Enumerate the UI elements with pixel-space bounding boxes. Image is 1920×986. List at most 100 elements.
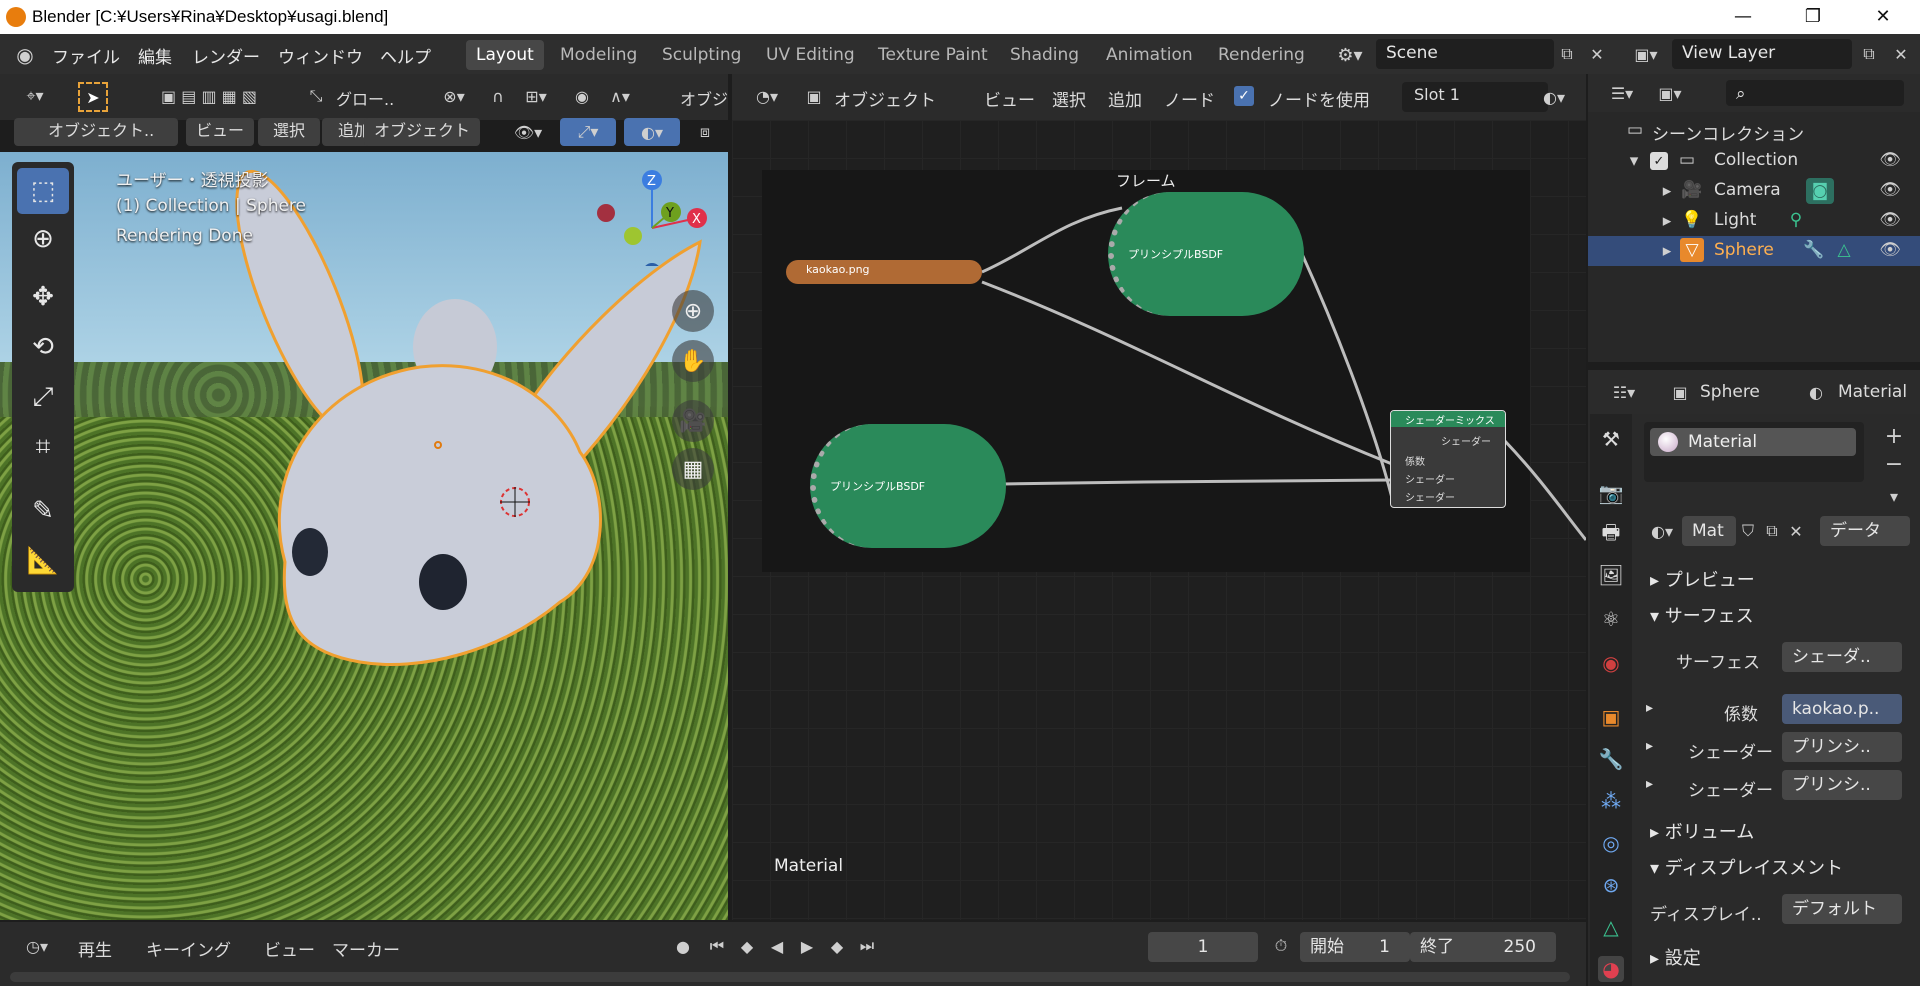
timeline-view-menu[interactable]: ビュー (264, 936, 315, 961)
timeline-scrollbar[interactable] (10, 972, 1570, 982)
play-icon[interactable]: ▶ (794, 932, 820, 960)
menu-edit[interactable]: 編集 (138, 43, 172, 68)
slot-dropdown[interactable]: Slot 1 (1402, 82, 1548, 112)
select-mode-icons[interactable]: ▣ ▤ ▥ ▦ ▧ (134, 82, 284, 110)
jump-end-icon[interactable]: ⏭ (854, 932, 880, 960)
transform-orientation-label[interactable]: グロー.. (336, 86, 394, 110)
shader-type-dropdown[interactable]: オブジェクト (834, 86, 936, 111)
play-reverse-icon[interactable]: ◀ (764, 932, 790, 960)
proportional-icon[interactable]: ◉ (568, 82, 596, 110)
snap-target-icon[interactable]: ⊞▾ (514, 82, 558, 110)
cursor-tool-icon[interactable]: ⊕ (17, 216, 69, 262)
add-slot-icon[interactable]: + (1880, 422, 1908, 450)
view-layer-field[interactable]: View Layer (1672, 39, 1852, 69)
scene-tab-icon[interactable]: ⚛ (1598, 606, 1624, 632)
scale-tool-icon[interactable]: ⤢ (17, 374, 69, 420)
node-editor-type-icon[interactable]: ◔▾ (746, 82, 788, 110)
material-slot-icon[interactable]: ◐▾ (1532, 82, 1576, 112)
tab-layout[interactable]: Layout (466, 40, 544, 70)
menu-window[interactable]: ウィンドウ (278, 43, 363, 68)
expand-arrow-icon[interactable]: ▸ (1660, 180, 1674, 202)
object-menu-cut[interactable]: オブジ (680, 86, 728, 110)
viewport-view-menu[interactable]: ビュー (186, 118, 254, 146)
constraints-tab-icon[interactable]: ⊛ (1598, 872, 1624, 898)
slot-specials-icon[interactable]: ▾ (1880, 482, 1908, 510)
settings-panel[interactable]: ▸ 設定 (1650, 944, 1701, 970)
data-tab-icon[interactable]: △ (1598, 914, 1624, 940)
node-add-menu[interactable]: 追加 (1108, 86, 1142, 111)
surface-value[interactable]: シェーダ.. (1782, 642, 1902, 672)
material-tab-icon[interactable]: ◕ (1598, 956, 1624, 982)
output-tab-icon[interactable]: 🖶 (1598, 520, 1624, 548)
timeline-editor-type-icon[interactable]: ◷▾ (16, 932, 58, 960)
node-node-menu[interactable]: ノード (1164, 86, 1215, 111)
material-name-field[interactable]: Mat (1682, 516, 1736, 546)
stopwatch-icon[interactable]: ⏱ (1268, 932, 1294, 960)
mode-dropdown[interactable]: オブジェクト.. (14, 118, 178, 146)
tab-sculpting[interactable]: Sculpting (652, 40, 751, 70)
unlink-material-icon[interactable]: ✕ (1784, 516, 1808, 546)
pivot-icon[interactable]: ⊗▾ (432, 82, 476, 110)
displacement-method-value[interactable]: デフォルト (1782, 894, 1902, 924)
expand-collapse-icon[interactable]: ▾ (1626, 150, 1642, 172)
principled-bsdf-node-top[interactable]: プリンシプルBSDF (1108, 192, 1304, 316)
annotate-tool-icon[interactable]: ✎ (17, 488, 69, 534)
eye-icon[interactable]: 👁 (1878, 178, 1902, 202)
next-keyframe-icon[interactable]: ◆ (824, 932, 850, 960)
tab-animation[interactable]: Animation (1096, 40, 1203, 70)
world-tab-icon[interactable]: ◉ (1598, 650, 1624, 676)
playback-menu[interactable]: 再生 (78, 936, 112, 961)
eye-icon[interactable]: 👁 (1878, 238, 1902, 262)
rabbit-model[interactable] (0, 152, 728, 920)
duplicate-material-icon[interactable]: ⧉ (1760, 516, 1784, 546)
eye-icon[interactable]: 👁 (1878, 208, 1902, 232)
overlay-toggle-icon[interactable]: ◐▾ (624, 118, 680, 146)
gizmo-toggle-icon[interactable]: ⤢▾ (560, 118, 616, 146)
node-select-menu[interactable]: 選択 (1052, 86, 1086, 111)
visibility-icon[interactable]: 👁▾ (504, 118, 552, 146)
principled-bsdf-node-bottom[interactable]: プリンシプルBSDF (810, 424, 1006, 548)
object-shader-icon[interactable]: ▣ (802, 82, 826, 110)
pan-hand-icon[interactable]: ✋ (672, 340, 714, 382)
new-view-layer-icon[interactable]: ⧉ (1856, 40, 1882, 68)
properties-type-icon[interactable]: ☷▾ (1602, 378, 1646, 406)
shader1-expand-icon[interactable]: ▸ (1646, 738, 1653, 754)
viewport-select-menu[interactable]: 選択 (258, 118, 320, 146)
physics-tab-icon[interactable]: ◎ (1598, 830, 1624, 856)
outliner-search-input[interactable]: ⌕ (1726, 80, 1904, 106)
shader2-value[interactable]: プリンシ.. (1782, 770, 1902, 800)
scene-field[interactable]: Scene (1376, 39, 1554, 69)
image-texture-node[interactable]: kaokao.png (786, 260, 982, 284)
transform-orientation-icon[interactable]: ⤡ (302, 82, 330, 110)
navigation-gizmo[interactable]: Z Y X (590, 166, 710, 266)
xray-icon[interactable]: ⧈ (690, 118, 720, 146)
node-view-menu[interactable]: ビュー (984, 86, 1035, 111)
3d-viewport[interactable]: ⬚ ⊕ ✥ ⟲ ⤢ ⌗ ✎ 📐 ユーザー・透視投影 (1) Collection… (0, 152, 728, 920)
menu-file[interactable]: ファイル (52, 43, 120, 68)
outliner-row-light[interactable]: ▸ 💡 Light ⚲ 👁 (1588, 206, 1920, 236)
display-mode-icon[interactable]: ▣▾ (1648, 80, 1692, 106)
scene-icon[interactable]: ⚙▾ (1330, 42, 1370, 68)
camera-view-icon[interactable]: 🎥 (672, 400, 714, 442)
remove-slot-icon[interactable]: − (1880, 450, 1908, 478)
restore-button[interactable]: ❐ (1790, 4, 1836, 30)
select-box-tool-icon[interactable]: ⬚ (17, 168, 69, 214)
fac-expand-icon[interactable]: ▸ (1646, 700, 1653, 716)
editor-type-icon[interactable]: ⌖▾ (14, 82, 56, 110)
browse-material-icon[interactable]: ◐▾ (1648, 516, 1676, 546)
expand-arrow-icon[interactable]: ▸ (1660, 240, 1674, 262)
marker-menu[interactable]: マーカー (332, 936, 400, 961)
volume-panel[interactable]: ▸ ボリューム (1650, 818, 1754, 844)
view-layer-icon[interactable]: ▣▾ (1626, 40, 1666, 68)
tab-shading[interactable]: Shading (1000, 40, 1089, 70)
ortho-grid-icon[interactable]: ▦ (672, 448, 714, 490)
prev-keyframe-icon[interactable]: ◆ (734, 932, 760, 960)
remove-scene-icon[interactable]: ✕ (1584, 40, 1610, 68)
rotate-tool-icon[interactable]: ⟲ (17, 324, 69, 370)
collection-checkbox[interactable]: ✓ (1650, 152, 1668, 170)
tab-uv-editing[interactable]: UV Editing (756, 40, 865, 70)
outliner-row-camera[interactable]: ▸ 🎥 Camera ◙ 👁 (1588, 176, 1920, 206)
view-layer-tab-icon[interactable]: 🖼 (1598, 562, 1624, 588)
outliner-type-icon[interactable]: ☰▾ (1602, 80, 1642, 106)
zoom-icon[interactable]: ⊕ (672, 290, 714, 332)
